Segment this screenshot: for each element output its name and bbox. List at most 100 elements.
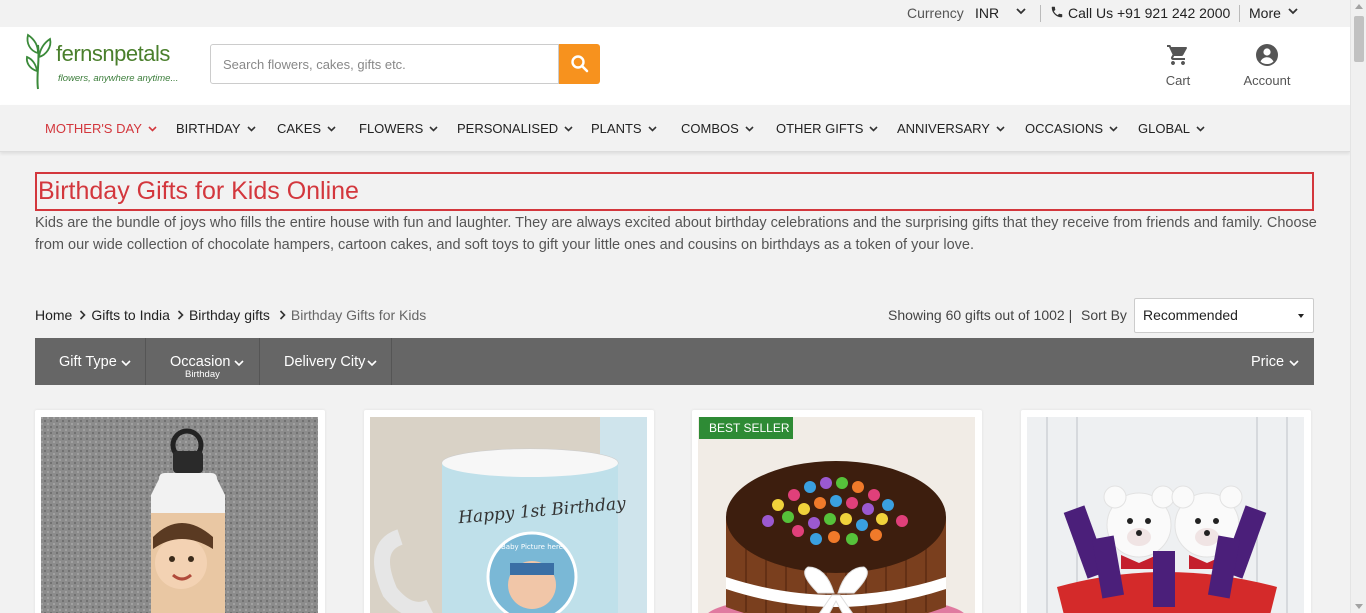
account-button[interactable]: Account (1238, 43, 1296, 88)
chevron-down-icon (648, 126, 657, 132)
nav-item-cakes[interactable]: CAKES (277, 121, 336, 136)
nav-label: OTHER GIFTS (776, 121, 864, 136)
page-description: Kids are the bundle of joys who fills th… (35, 215, 1317, 253)
caret-down-icon (1298, 314, 1304, 318)
sort-label: Sort By (1081, 307, 1127, 323)
product-card[interactable] (35, 410, 325, 613)
chevron-right-icon (79, 307, 86, 323)
search-icon (570, 55, 588, 73)
product-image-gems-cake[interactable] (698, 417, 975, 613)
cart-icon (1167, 45, 1187, 65)
filter-label: Occasion (170, 354, 231, 370)
sort-value: Recommended (1143, 307, 1238, 323)
currency-select[interactable]: INR (975, 5, 999, 21)
chevron-down-icon (234, 360, 244, 366)
divider (1239, 5, 1240, 22)
nav-item-birthday[interactable]: BIRTHDAY (176, 121, 256, 136)
account-label: Account (1243, 73, 1291, 88)
nav-item-combos[interactable]: COMBOS (681, 121, 754, 136)
filter-bar: Gift Type Occasion Birthday Delivery Cit… (35, 338, 1314, 385)
breadcrumb: Home Gifts to India Birthday gifts Birthday… (35, 307, 426, 323)
chevron-down-icon (367, 360, 377, 366)
cart-button[interactable]: Cart (1160, 43, 1196, 88)
product-card[interactable] (1021, 410, 1311, 613)
logo-brand-text: fernsnpetals (56, 41, 170, 66)
cart-label: Cart (1165, 73, 1191, 88)
nav-label: COMBOS (681, 121, 739, 136)
chevron-right-icon (177, 307, 184, 323)
nav-label: CAKES (277, 121, 322, 136)
chevron-down-icon (1289, 360, 1299, 366)
currency-label: Currency (907, 5, 964, 21)
product-card[interactable] (692, 410, 982, 613)
chevron-down-icon (246, 126, 256, 132)
breadcrumb-gifts-to-india[interactable]: Gifts to India (91, 307, 170, 323)
results-count: Showing 60 gifts out of 1002 | (888, 307, 1073, 323)
site-header: fernsnpetals flowers, anywhere anytime..… (0, 27, 1350, 105)
nav-label: FLOWERS (359, 121, 424, 136)
breadcrumb-current: Birthday Gifts for Kids (290, 307, 427, 323)
breadcrumb-birthday-gifts[interactable]: Birthday gifts (189, 307, 270, 323)
chevron-down-icon (429, 126, 438, 132)
main-nav: MOTHER'S DAY BIRTHDAY CAKES FLOWERS PERS… (0, 105, 1350, 152)
nav-label: OCCASIONS (1025, 121, 1104, 136)
fnp-logo[interactable]: fernsnpetals flowers, anywhere anytime..… (24, 31, 194, 91)
top-utility-bar: Currency INR Call Us +91 921 242 2000 Mo… (0, 0, 1350, 27)
filter-gift-type[interactable]: Gift Type (35, 338, 146, 385)
filter-label: Delivery City (284, 354, 366, 370)
search-button[interactable] (559, 44, 600, 84)
nav-label: PLANTS (591, 121, 642, 136)
logo-tagline: flowers, anywhere anytime... (58, 73, 179, 84)
chevron-down-icon[interactable] (1015, 4, 1027, 21)
nav-label: BIRTHDAY (176, 121, 241, 136)
filter-occasion[interactable]: Occasion Birthday (146, 338, 260, 385)
breadcrumb-home[interactable]: Home (35, 307, 72, 323)
search-input[interactable] (210, 44, 559, 84)
filter-label: Price (1251, 354, 1285, 370)
call-us-link[interactable]: Call Us +91 921 242 2000 (1068, 5, 1230, 21)
chevron-down-icon (148, 126, 157, 132)
nav-item-global[interactable]: GLOBAL (1138, 121, 1205, 136)
phone-icon (1050, 5, 1064, 22)
chevron-down-icon (996, 126, 1005, 132)
filter-selected-value: Birthday (185, 369, 220, 380)
nav-item-other-gifts[interactable]: OTHER GIFTS (776, 121, 878, 136)
nav-label: MOTHER'S DAY (45, 121, 142, 136)
filter-delivery-city[interactable]: Delivery City (260, 338, 392, 385)
nav-item-flowers[interactable]: FLOWERS (359, 121, 438, 136)
filter-price[interactable]: Price (1235, 338, 1314, 385)
chevron-down-icon (564, 126, 573, 132)
account-icon (1256, 44, 1278, 66)
divider (1040, 5, 1041, 22)
chevron-down-icon (1109, 126, 1118, 132)
more-menu[interactable]: More (1249, 5, 1281, 21)
product-image-sipper-bottle[interactable] (41, 417, 318, 613)
chevron-down-icon (869, 126, 878, 132)
product-image-teddy-hamper[interactable] (1027, 417, 1304, 613)
best-seller-badge: BEST SELLER (699, 417, 793, 439)
mug-small-text: Baby Picture here (501, 543, 563, 551)
filter-label: Gift Type (59, 354, 117, 370)
nav-label: GLOBAL (1138, 121, 1191, 136)
chevron-down-icon[interactable] (1287, 4, 1299, 21)
nav-item-occasions[interactable]: OCCASIONS (1025, 121, 1118, 136)
product-card[interactable]: Happy 1st Birthday Baby Picture here (364, 410, 654, 613)
page-title: Birthday Gifts for Kids Online (35, 172, 1314, 211)
sort-select[interactable]: Recommended (1134, 298, 1314, 333)
scroll-down-icon[interactable] (1355, 604, 1363, 609)
chevron-down-icon (327, 126, 336, 132)
chevron-down-icon (121, 360, 131, 366)
chevron-right-icon (279, 307, 286, 323)
logo-leaf-icon (25, 33, 52, 90)
nav-label: ANNIVERSARY (897, 121, 990, 136)
chevron-down-icon (1196, 126, 1205, 132)
nav-item-mothers-day[interactable]: MOTHER'S DAY (45, 121, 157, 136)
page-scrollbar[interactable] (1350, 0, 1366, 613)
nav-item-personalised[interactable]: PERSONALISED (457, 121, 573, 136)
product-image-birthday-mug[interactable]: Happy 1st Birthday Baby Picture here (370, 417, 647, 613)
nav-item-anniversary[interactable]: ANNIVERSARY (897, 121, 1005, 136)
nav-item-plants[interactable]: PLANTS (591, 121, 657, 136)
scroll-up-icon[interactable] (1355, 4, 1363, 9)
nav-label: PERSONALISED (457, 121, 559, 136)
scrollbar-thumb[interactable] (1354, 16, 1364, 62)
